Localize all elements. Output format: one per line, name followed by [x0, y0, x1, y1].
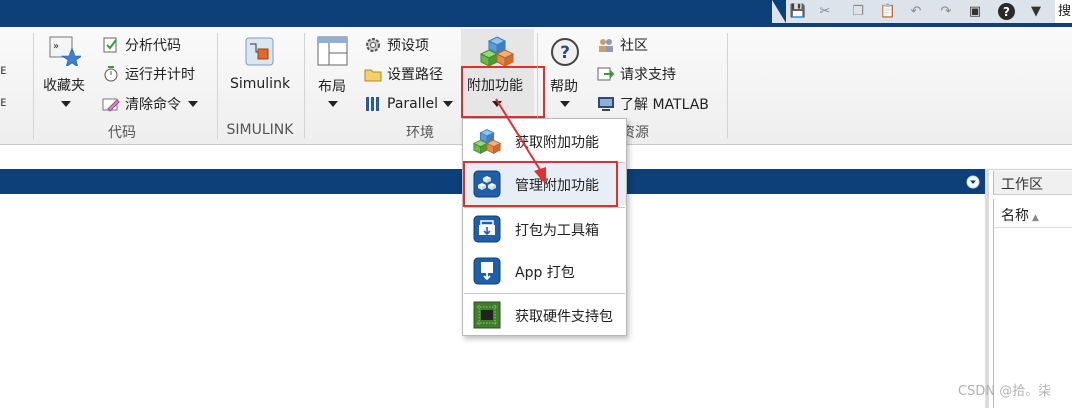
run-and-time-label: 运行并计时: [125, 67, 195, 83]
name-column-label: 名称: [1001, 208, 1029, 224]
ribbon-separator: [33, 33, 34, 139]
svg-text:?: ?: [560, 43, 570, 63]
folder-icon: [364, 69, 382, 82]
preferences-button[interactable]: 预设项: [364, 33, 429, 57]
help-label: 帮助: [550, 79, 578, 95]
menu-item-package-app[interactable]: App 打包: [463, 250, 626, 292]
clear-commands-icon: [102, 98, 120, 112]
code-section-label: 代码: [108, 125, 136, 141]
layout-button[interactable]: 布局: [311, 33, 355, 121]
analyze-code-label: 分析代码: [125, 38, 181, 54]
request-support-label: 请求支持: [620, 67, 676, 83]
simulink-icon: [245, 37, 274, 66]
favorites-icon: »: [49, 36, 81, 66]
menu-item-label: 获取硬件支持包: [515, 309, 613, 325]
request-support-icon: [597, 67, 615, 81]
gear-icon: [366, 38, 380, 52]
help-dropdown-icon: [560, 101, 570, 107]
name-column-header[interactable]: 名称 ▲: [1001, 205, 1039, 225]
package-app-icon: [473, 257, 501, 285]
svg-text:»: »: [53, 41, 59, 52]
sort-ascending-icon: ▲: [1032, 213, 1039, 223]
clear-commands-label: 清除命令: [125, 97, 181, 113]
command-window-menu-icon[interactable]: [966, 175, 980, 189]
simulink-button[interactable]: Simulink: [226, 33, 296, 121]
workspace-title: 工作区: [1001, 177, 1043, 193]
menu-item-package-toolbox[interactable]: 打包为工具箱: [463, 208, 626, 250]
set-path-label: 设置路径: [387, 67, 443, 83]
copy-icon[interactable]: ❐: [848, 2, 868, 21]
favorites-button[interactable]: » 收藏夹: [40, 33, 92, 121]
switch-windows-icon[interactable]: ▣: [965, 2, 985, 21]
undo-icon[interactable]: ↶: [906, 2, 926, 21]
analyze-code-button[interactable]: 分析代码: [102, 33, 181, 57]
favorites-label: 收藏夹: [43, 78, 85, 94]
help-icon[interactable]: ?: [998, 3, 1015, 20]
hardware-board-icon: [473, 301, 501, 329]
parallel-button[interactable]: Parallel: [364, 92, 454, 116]
simulink-label: Simulink: [230, 76, 291, 92]
parallel-label: Parallel: [387, 96, 439, 112]
ribbon-separator: [217, 33, 218, 139]
panel-splitter[interactable]: [985, 169, 989, 408]
layout-label: 布局: [318, 79, 346, 95]
favorites-dropdown-icon: [61, 101, 71, 107]
help-circle-icon: ?: [551, 38, 579, 66]
community-label: 社区: [620, 38, 648, 54]
simulink-section-label: SIMULINK: [226, 122, 294, 138]
request-support-button[interactable]: 请求支持: [597, 62, 676, 86]
run-and-time-icon: [104, 66, 118, 82]
learn-matlab-icon: [598, 97, 614, 111]
addons-cubes-icon: [480, 36, 514, 67]
environment-section-label: 环境: [406, 125, 434, 141]
redo-icon[interactable]: ↷: [936, 2, 956, 21]
analyze-code-icon: [103, 37, 117, 53]
package-toolbox-icon: [473, 215, 501, 243]
paste-icon[interactable]: 📋: [878, 2, 898, 21]
cut-icon[interactable]: ✂: [815, 2, 835, 21]
clear-commands-button[interactable]: 清除命令: [102, 92, 198, 116]
community-icon: [599, 39, 613, 52]
set-path-button[interactable]: 设置路径: [364, 62, 443, 86]
truncated-left-control-2: ᴇ: [0, 95, 7, 110]
clear-commands-dropdown-icon: [188, 101, 198, 107]
community-button[interactable]: 社区: [597, 33, 648, 57]
parallel-icon: [366, 97, 379, 111]
run-and-time-button[interactable]: 运行并计时: [102, 62, 195, 86]
menu-item-label: 打包为工具箱: [515, 223, 599, 239]
options-dropdown-icon[interactable]: ▼: [1026, 2, 1046, 21]
learn-matlab-button[interactable]: 了解 MATLAB: [597, 92, 709, 116]
learn-matlab-label: 了解 MATLAB: [620, 97, 709, 113]
addons-label: 附加功能: [467, 78, 523, 94]
annotation-arrow-icon: [495, 98, 546, 185]
parallel-dropdown-icon: [443, 101, 454, 107]
preferences-label: 预设项: [387, 38, 429, 54]
layout-icon: [317, 36, 348, 66]
truncated-left-control: ᴇ: [0, 63, 7, 78]
ribbon-separator: [727, 33, 728, 139]
watermark-text: CSDN @拾。柒: [958, 384, 1052, 399]
search-field[interactable]: 搜: [1055, 0, 1072, 23]
save-icon[interactable]: 💾: [788, 2, 808, 21]
layout-dropdown-icon: [328, 101, 338, 107]
menu-item-label: App 打包: [515, 265, 575, 281]
ribbon-separator: [304, 33, 305, 139]
menu-item-get-hardware-support[interactable]: 获取硬件支持包: [463, 294, 626, 336]
